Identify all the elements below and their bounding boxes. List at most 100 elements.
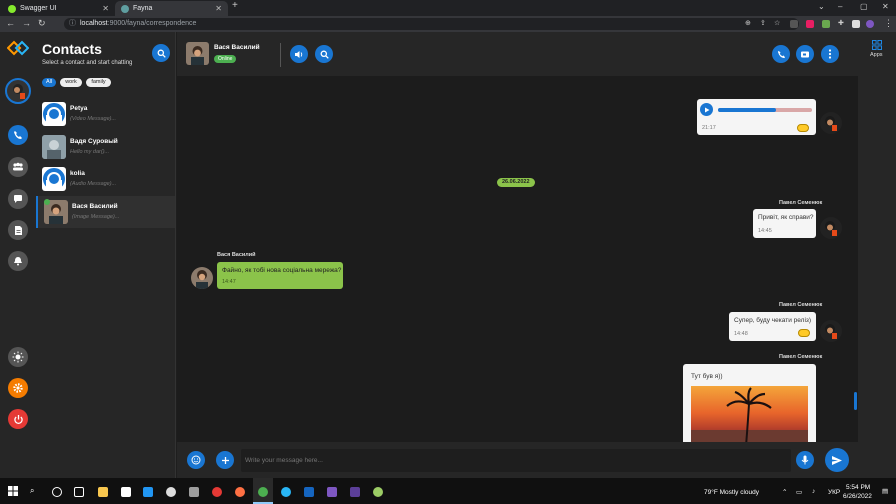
group-icon	[13, 162, 23, 171]
reaction-icon[interactable]	[797, 124, 809, 132]
search-icon[interactable]: ⌕	[30, 486, 34, 496]
contact-item-active[interactable]: Вася Василий (Image Message)...	[36, 196, 175, 228]
bookmark-star-icon[interactable]: ☆	[774, 19, 780, 27]
app-icon[interactable]	[166, 487, 176, 497]
share-icon[interactable]: ⇪	[760, 19, 766, 27]
filter-chip-all[interactable]: All	[42, 78, 56, 87]
back-arrow-icon[interactable]: ←	[6, 18, 15, 28]
reload-icon[interactable]: ↻	[38, 18, 46, 29]
message-sender: Павел Семенюк	[779, 302, 823, 308]
contact-item[interactable]: Вадя Суровый Hello my dar()...	[36, 131, 175, 163]
extension-icon[interactable]	[822, 20, 830, 28]
apps-button[interactable]: Apps	[870, 40, 884, 60]
sunset-image[interactable]	[691, 386, 808, 442]
play-button[interactable]	[700, 103, 713, 116]
windows-start-icon[interactable]	[8, 486, 18, 496]
voice-call-button[interactable]	[772, 45, 790, 63]
phone-icon	[14, 131, 22, 139]
groups-nav-button[interactable]	[8, 157, 28, 177]
info-icon[interactable]: ⓘ	[69, 18, 76, 30]
clock-time[interactable]: 5:54 PM	[846, 484, 870, 491]
language-indicator[interactable]: УКР	[828, 489, 840, 496]
video-call-button[interactable]	[796, 45, 814, 63]
url-input[interactable]: ⓘ localhost:9000/fayna/correspondence	[64, 18, 799, 30]
network-icon[interactable]: ▭	[796, 488, 802, 496]
search-chat-button[interactable]	[315, 45, 333, 63]
telegram-icon[interactable]	[281, 487, 291, 497]
contact-item[interactable]: Petya (Video Message)...	[36, 98, 175, 130]
extension-icon[interactable]	[806, 20, 814, 28]
chat-header: Вася Василий Online	[177, 32, 858, 76]
user-avatar[interactable]	[5, 78, 31, 104]
task-view-icon[interactable]	[74, 487, 84, 497]
message-bubble: Файно, як тобі нова соціальна мережа? 14…	[217, 262, 343, 289]
microphone-icon	[801, 455, 809, 465]
chats-nav-button[interactable]	[8, 189, 28, 209]
documents-nav-button[interactable]	[8, 220, 28, 240]
filter-chip-work[interactable]: work	[60, 78, 82, 87]
sound-button[interactable]	[290, 45, 308, 63]
app-icon[interactable]	[189, 487, 199, 497]
message-input[interactable]	[241, 449, 791, 472]
calls-nav-button[interactable]	[8, 125, 28, 145]
logout-button[interactable]	[8, 409, 28, 429]
volume-icon	[295, 50, 303, 58]
word-icon[interactable]	[304, 487, 314, 497]
close-tab-icon[interactable]: ✕	[102, 1, 109, 16]
vscode-icon[interactable]	[143, 487, 153, 497]
reaction-icon[interactable]	[798, 329, 810, 337]
weather-status[interactable]: 79°F Mostly cloudy	[704, 489, 759, 496]
settings-button[interactable]	[8, 378, 28, 398]
visual-studio-icon[interactable]	[327, 487, 337, 497]
tray-chevron-icon[interactable]: ⌃	[782, 488, 787, 496]
more-vert-icon[interactable]: ⋮	[884, 18, 893, 29]
puzzle-icon[interactable]: ✚	[838, 19, 844, 27]
message-bubble: Привіт, як справи? 14:45	[753, 209, 816, 238]
message-text: Супер, буду чекати реліз)	[734, 317, 812, 324]
emoji-button[interactable]	[187, 451, 205, 469]
profile-avatar[interactable]	[866, 20, 874, 28]
tab-swagger[interactable]: Swagger UI ✕	[2, 1, 115, 16]
file-explorer-icon[interactable]	[98, 487, 108, 497]
chevron-down-icon[interactable]: ⌄	[818, 2, 825, 11]
send-button[interactable]	[825, 448, 849, 472]
sun-icon	[12, 351, 24, 363]
forward-arrow-icon[interactable]: →	[22, 18, 31, 28]
maximize-button[interactable]: ▢	[860, 2, 868, 11]
contact-preview: (Image Message)...	[72, 214, 120, 220]
new-tab-button[interactable]: +	[232, 0, 238, 11]
cortana-icon[interactable]	[52, 487, 62, 497]
app-icon[interactable]	[350, 487, 360, 497]
audio-progress-track[interactable]	[718, 108, 812, 112]
clock-date[interactable]: 6/26/2022	[843, 493, 872, 500]
chat-scrollbar-thumb[interactable]	[854, 392, 857, 410]
voice-record-button[interactable]	[796, 451, 814, 469]
chat-contact-avatar[interactable]	[186, 42, 209, 65]
message-list[interactable]: 21:17 26.06.2022 Павел Семенюк Привіт, я…	[177, 76, 858, 442]
tab-fayna[interactable]: Fayna ✕	[115, 1, 228, 16]
status-badge: Online	[214, 55, 237, 63]
zoom-icon[interactable]: ⊕	[745, 19, 751, 27]
theme-toggle-button[interactable]	[8, 347, 28, 367]
firefox-icon[interactable]	[235, 487, 245, 497]
volume-icon[interactable]: ♪	[812, 488, 815, 495]
notifications-nav-button[interactable]	[8, 251, 28, 271]
app-icon[interactable]	[373, 487, 383, 497]
filter-chip-family[interactable]: family	[86, 78, 111, 87]
minimize-button[interactable]: –	[838, 2, 842, 11]
close-tab-icon[interactable]: ✕	[215, 1, 222, 16]
right-panel: Apps	[858, 32, 896, 478]
close-window-button[interactable]: ✕	[882, 2, 889, 11]
extension-icon[interactable]	[790, 20, 798, 28]
contact-item[interactable]: kolia (Audio Message)...	[36, 163, 175, 195]
attach-button[interactable]	[216, 451, 234, 469]
chat-menu-button[interactable]	[821, 45, 839, 63]
fayna-logo-icon	[7, 40, 29, 56]
opera-icon[interactable]	[212, 487, 222, 497]
chrome-icon[interactable]	[258, 487, 268, 497]
message-time: 14:45	[758, 228, 772, 234]
sidebar-toggle-icon[interactable]	[852, 20, 860, 28]
search-contacts-button[interactable]	[152, 44, 170, 62]
store-icon[interactable]	[121, 487, 131, 497]
notification-center-icon[interactable]: ▤	[882, 487, 888, 495]
